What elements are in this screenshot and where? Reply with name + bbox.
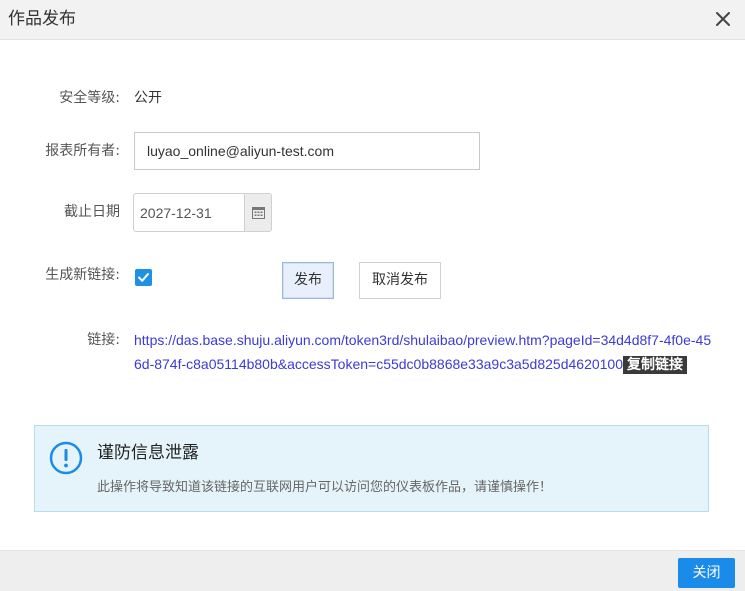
publish-button[interactable]: 发布 — [282, 262, 334, 299]
security-level-value: 公开 — [134, 90, 162, 106]
warning-alert: 谨防信息泄露 此操作将导致知道该链接的互联网用户可以访问您的仪表板作品，请谨慎操… — [34, 425, 709, 512]
unpublish-button[interactable]: 取消发布 — [359, 262, 441, 299]
new-link-label: 生成新链接: — [45, 267, 120, 283]
link-url-block: https://das.base.shuju.aliyun.com/token3… — [134, 328, 714, 377]
link-label: 链接: — [87, 332, 120, 348]
security-level-label: 安全等级: — [59, 90, 120, 106]
copy-link-button[interactable]: 复制链接 — [623, 356, 687, 374]
publish-dialog: 作品发布 安全等级: 公开 报表所有者: luyao_online@aliyun… — [0, 0, 745, 591]
owner-label: 报表所有者: — [45, 143, 120, 159]
deadline-date-picker[interactable]: 2027-12-31 — [133, 193, 272, 232]
deadline-label: 截止日期 — [64, 204, 120, 220]
calendar-icon[interactable] — [244, 194, 271, 231]
owner-input[interactable]: luyao_online@aliyun-test.com — [134, 132, 480, 170]
alert-text: 此操作将导致知道该链接的互联网用户可以访问您的仪表板作品，请谨慎操作！ — [97, 480, 553, 495]
deadline-value[interactable]: 2027-12-31 — [140, 203, 212, 223]
dialog-title: 作品发布 — [8, 9, 76, 29]
exclamation-circle-icon — [49, 441, 83, 475]
dialog-footer: 关闭 — [0, 550, 745, 591]
close-icon[interactable] — [713, 9, 733, 29]
close-button[interactable]: 关闭 — [678, 558, 735, 588]
dialog-header: 作品发布 — [0, 0, 745, 40]
alert-title: 谨防信息泄露 — [97, 443, 199, 463]
new-link-checkbox[interactable] — [135, 269, 152, 286]
